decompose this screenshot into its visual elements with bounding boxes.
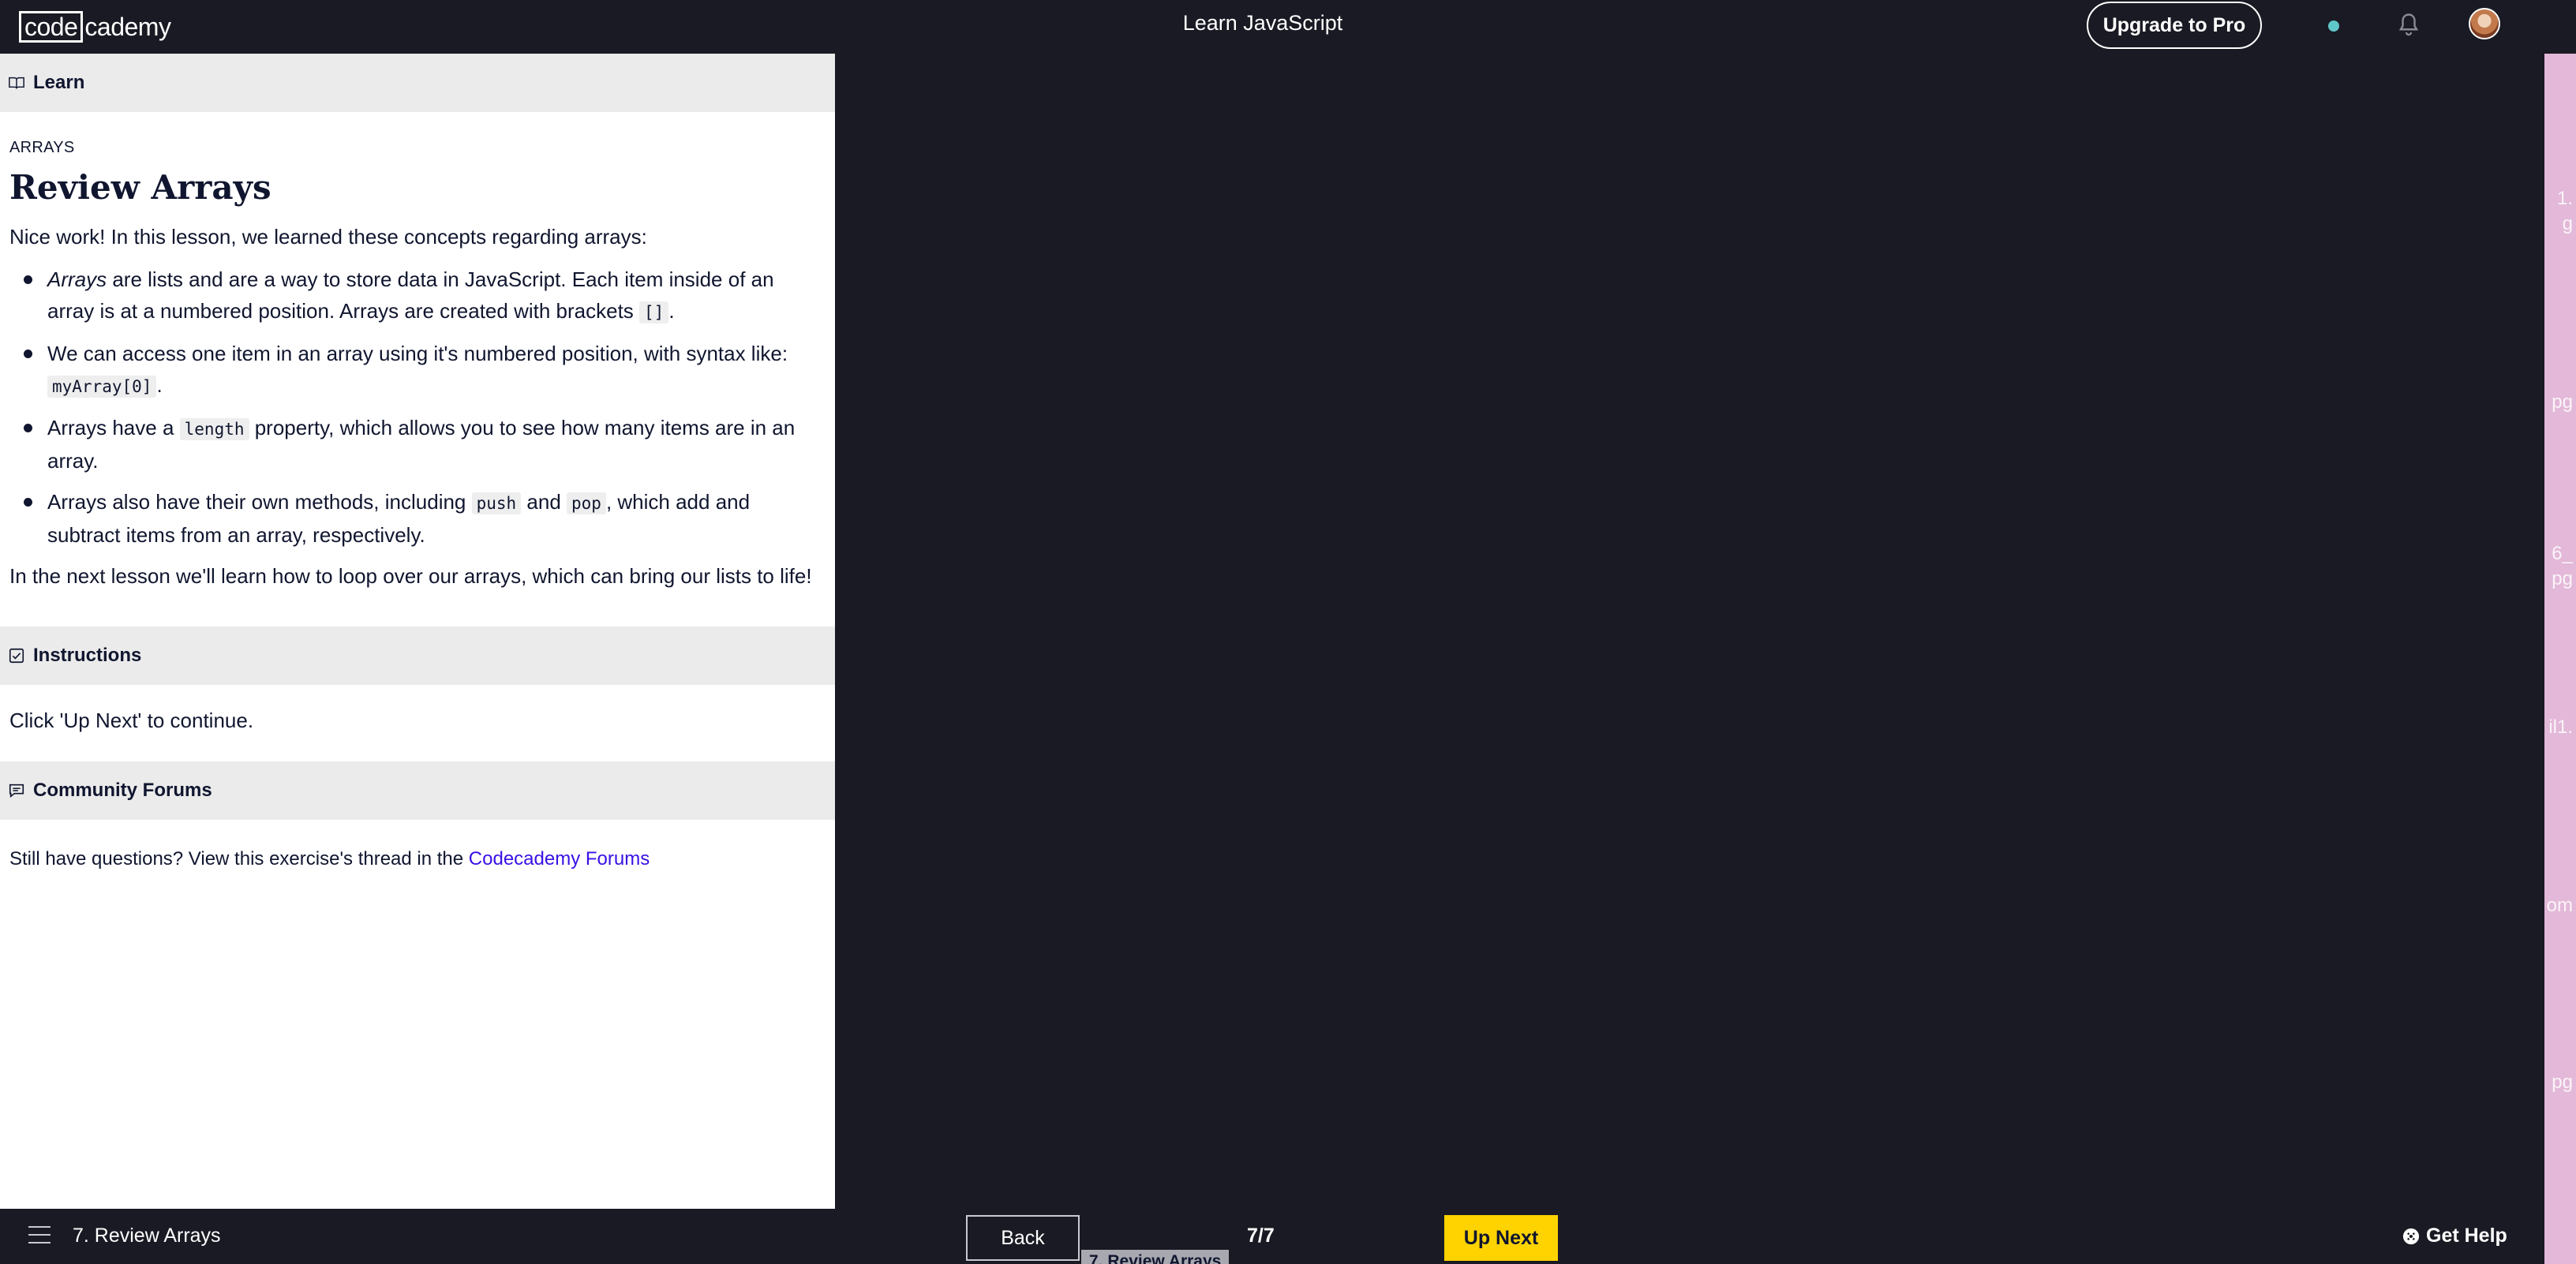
inline-code: length <box>179 418 249 440</box>
codecademy-forums-link[interactable]: Codecademy Forums <box>469 848 650 869</box>
list-item: Arrays also have their own methods, incl… <box>24 486 826 551</box>
hamburger-menu-icon[interactable] <box>28 1226 51 1245</box>
strip-text: pg <box>2552 1071 2573 1093</box>
inline-code: myArray[0] <box>47 376 157 398</box>
lesson-intro: Nice work! In this lesson, we learned th… <box>9 225 647 249</box>
bottom-navbar: 7. Review Arrays Back 7/7 7. Review Arra… <box>0 1209 2544 1264</box>
forums-section-label: Community Forums <box>33 780 212 801</box>
list-item: Arrays are lists and are a way to store … <box>24 264 826 328</box>
current-lesson-label[interactable]: 7. Review Arrays <box>73 1225 221 1247</box>
back-button[interactable]: Back <box>966 1215 1080 1261</box>
list-item-text: We can access one item in an array using… <box>47 342 788 365</box>
strip-text: om <box>2546 895 2573 916</box>
list-item: Arrays have a length property, which all… <box>24 412 826 477</box>
forums-prompt: Still have questions? View this exercise… <box>9 848 469 869</box>
learn-section-label: Learn <box>33 72 85 93</box>
strip-text: il1. <box>2548 716 2573 738</box>
book-icon <box>9 77 24 89</box>
top-navbar: code cademy Learn JavaScript Upgrade to P… <box>0 0 2544 54</box>
strip-text: pg <box>2552 391 2573 413</box>
background-window-strip: 1. g pg 6_ pg il1. om pg <box>2544 54 2576 1264</box>
lesson-outro: In the next lesson we'll learn how to lo… <box>9 564 812 588</box>
learn-content: ARRAYS Review Arrays Nice work! In this … <box>0 139 835 592</box>
list-item-text: and <box>521 490 567 514</box>
forums-section-header[interactable]: Community Forums <box>0 761 835 820</box>
get-help-button[interactable]: Get Help <box>2402 1225 2507 1247</box>
up-next-button[interactable]: Up Next <box>1444 1215 1558 1261</box>
strip-text: 1. <box>2556 188 2573 209</box>
inline-code: pop <box>567 492 606 514</box>
instructions-section-header[interactable]: Instructions <box>0 626 835 685</box>
logo-text: cademy <box>84 12 171 41</box>
instructions-text: Click 'Up Next' to continue. <box>9 709 254 732</box>
chat-bubble-icon <box>9 783 24 798</box>
learn-section-header[interactable]: Learn <box>0 54 835 112</box>
avatar[interactable] <box>2469 8 2500 39</box>
strip-text: pg <box>2552 568 2573 589</box>
course-title: Learn JavaScript <box>1182 11 1343 35</box>
strip-text: 6_ <box>2552 543 2573 564</box>
strip-text: g <box>2562 213 2573 234</box>
bell-icon[interactable] <box>2394 11 2423 39</box>
list-item-text: Arrays also have their own methods, incl… <box>47 490 472 514</box>
codecademy-logo[interactable]: code cademy <box>19 11 171 43</box>
list-item-text: . <box>156 373 163 397</box>
lesson-eyebrow: ARRAYS <box>9 139 75 156</box>
editor-area <box>835 54 2544 1209</box>
checkbox-icon <box>9 648 24 664</box>
logo-boxed-text: code <box>19 11 84 43</box>
concept-list: Arrays are lists and are a way to store … <box>24 264 826 551</box>
emphasis-text: Arrays <box>47 267 107 291</box>
inline-code: [] <box>639 301 669 323</box>
lesson-tooltip: 7. Review Arrays <box>1081 1250 1230 1264</box>
upgrade-to-pro-button[interactable]: Upgrade to Pro <box>2087 2 2262 49</box>
help-icon <box>2402 1228 2420 1244</box>
forums-text: Still have questions? View this exercise… <box>0 820 835 899</box>
list-item-text: . <box>668 299 675 323</box>
lesson-title: Review Arrays <box>9 168 271 207</box>
list-item-text: Arrays have a <box>47 416 180 439</box>
lesson-panel: Learn ARRAYS Review Arrays Nice work! In… <box>0 54 835 1209</box>
list-item: We can access one item in an array using… <box>24 338 826 402</box>
inline-code: push <box>471 492 522 514</box>
progress-count: 7/7 <box>1247 1225 1275 1247</box>
status-dot-icon <box>2328 21 2339 32</box>
instructions-section-label: Instructions <box>33 645 142 666</box>
get-help-label: Get Help <box>2426 1225 2507 1247</box>
